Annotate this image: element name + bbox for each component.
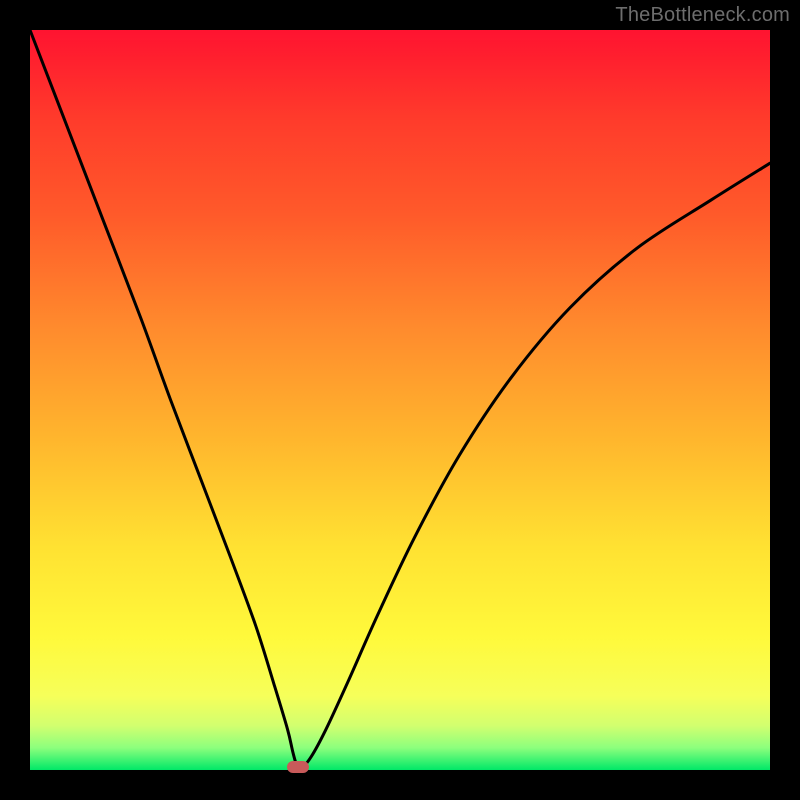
optimal-point-marker bbox=[287, 761, 309, 773]
bottleneck-curve bbox=[30, 30, 770, 770]
chart-stage: TheBottleneck.com bbox=[0, 0, 800, 800]
plot-area bbox=[30, 30, 770, 770]
watermark-text: TheBottleneck.com bbox=[615, 4, 790, 27]
